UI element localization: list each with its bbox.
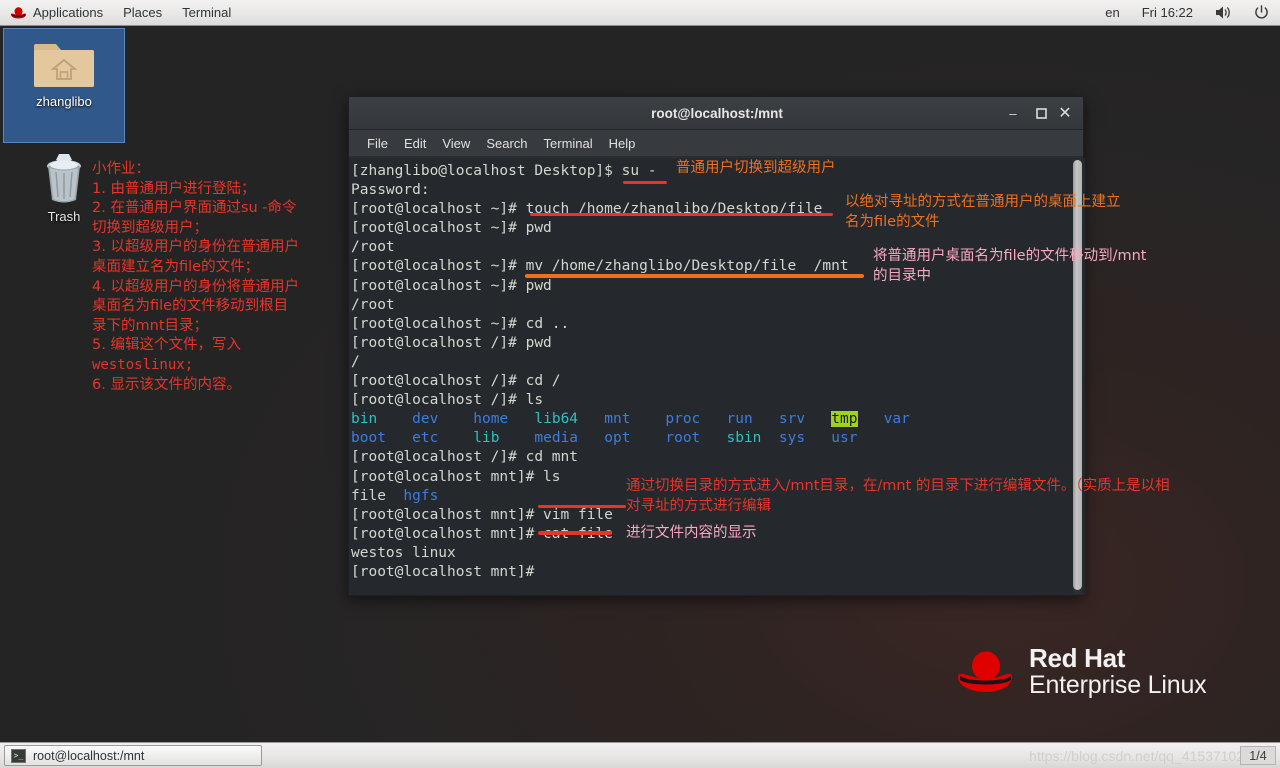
terminal-menubar: File Edit View Search Terminal Help bbox=[349, 130, 1083, 157]
note-line: 3. 以超级用户的身份在普通用户 bbox=[92, 239, 299, 256]
note-line: 桌面名为file的文件移动到根目 bbox=[92, 298, 289, 315]
note-line: 4. 以超级用户的身份将普通用户 bbox=[92, 278, 299, 295]
close-button[interactable]: ✕ bbox=[1055, 97, 1083, 130]
volume-icon[interactable] bbox=[1204, 0, 1243, 26]
underline-mv bbox=[525, 274, 864, 278]
desktop-note: 小作业： 1. 由普通用户进行登陆； 2. 在普通用户界面通过su -命令 切换… bbox=[92, 160, 357, 395]
note-line: 6. 显示该文件的内容。 bbox=[92, 376, 241, 393]
annotation-vim: 通过切换目录的方式进入/mnt目录，在/mnt 的目录下进行编辑文件。（实质上是… bbox=[626, 478, 1170, 514]
clock[interactable]: Fri 16:22 bbox=[1131, 0, 1204, 26]
note-line: 2. 在普通用户界面通过su -命令 bbox=[92, 200, 297, 217]
taskbar-window-button[interactable]: >_ root@localhost:/mnt bbox=[4, 745, 262, 766]
menu-edit[interactable]: Edit bbox=[396, 130, 434, 157]
clock-label: Fri 16:22 bbox=[1141, 4, 1193, 20]
underline-touch bbox=[530, 213, 833, 216]
menu-help[interactable]: Help bbox=[601, 130, 644, 157]
note-line: westoslinux; bbox=[92, 356, 194, 373]
terminal-title: root@localhost:/mnt bbox=[651, 105, 783, 121]
note-line: 1. 由普通用户进行登陆； bbox=[92, 180, 256, 197]
note-line: 切换到超级用户； bbox=[92, 219, 208, 236]
menu-search[interactable]: Search bbox=[478, 130, 535, 157]
maximize-icon bbox=[1035, 107, 1047, 119]
annotation-touch: 以绝对寻址的方式在普通用户的桌面上建立 名为file的文件 bbox=[845, 194, 1121, 230]
maximize-button[interactable] bbox=[1027, 97, 1055, 130]
rhel-wordmark-line1: Red Hat bbox=[1029, 643, 1126, 673]
annotation-mv: 将普通用户桌面名为file的文件移动到/mnt 的目录中 bbox=[873, 248, 1147, 284]
page-indicator: 1/4 bbox=[1240, 746, 1276, 765]
power-icon bbox=[1255, 5, 1268, 19]
terminal-output: [zhanglibo@localhost Desktop]$ su - Pass… bbox=[351, 163, 910, 580]
terminal-titlebar[interactable]: root@localhost:/mnt – ✕ bbox=[349, 97, 1083, 130]
applications-label: Applications bbox=[33, 4, 104, 20]
menu-file[interactable]: File bbox=[359, 130, 396, 157]
folder-icon bbox=[34, 44, 94, 87]
menu-terminal[interactable]: Terminal bbox=[536, 130, 601, 157]
note-line: 录下的mnt目录； bbox=[92, 317, 208, 334]
rhel-brand-logo: Red Hat Enterprise Linux bbox=[955, 643, 1207, 700]
applications-menu[interactable]: Applications bbox=[0, 0, 113, 26]
redhat-fedora-icon bbox=[11, 7, 26, 19]
rhel-wordmark-line2: Enterprise Linux bbox=[1029, 671, 1207, 700]
home-folder-label: zhanglibo bbox=[36, 94, 92, 109]
note-line: 桌面建立名为file的文件； bbox=[92, 258, 260, 275]
menu-view[interactable]: View bbox=[434, 130, 478, 157]
taskbar-window-label: root@localhost:/mnt bbox=[33, 748, 145, 763]
places-menu[interactable]: Places bbox=[113, 0, 172, 26]
underline-su bbox=[623, 181, 667, 184]
underline-cat bbox=[538, 531, 612, 535]
note-title: 小作业： bbox=[92, 161, 150, 177]
annotation-su: 普通用户切换到超级用户 bbox=[676, 160, 836, 176]
minimize-button[interactable]: – bbox=[999, 97, 1027, 130]
input-language-indicator[interactable]: en bbox=[1094, 0, 1130, 26]
places-label: Places bbox=[123, 4, 163, 20]
terminal-icon: >_ bbox=[11, 748, 26, 763]
desktop-icon-home-folder[interactable]: zhanglibo bbox=[3, 28, 125, 143]
top-panel: Applications Places Terminal en Fri 16:2… bbox=[0, 0, 1280, 26]
panel-status-area: en Fri 16:22 bbox=[1094, 0, 1280, 26]
bottom-taskbar: >_ root@localhost:/mnt https://blog.csdn… bbox=[0, 742, 1280, 768]
rhel-wordmark: Red Hat Enterprise Linux bbox=[1029, 643, 1207, 700]
power-menu[interactable] bbox=[1243, 0, 1280, 26]
speaker-icon bbox=[1216, 6, 1230, 19]
trash-label: Trash bbox=[47, 209, 81, 224]
watermark-text: https://blog.csdn.net/qq_41537102 bbox=[1029, 747, 1244, 764]
terminal-label: Terminal bbox=[182, 4, 232, 20]
trash-icon bbox=[47, 154, 81, 203]
underline-vim bbox=[538, 505, 626, 508]
annotation-cat: 进行文件内容的显示 bbox=[626, 525, 757, 541]
terminal-menu[interactable]: Terminal bbox=[172, 0, 241, 26]
note-line: 5. 编辑这个文件，写入 bbox=[92, 337, 241, 354]
input-language-label: en bbox=[1105, 4, 1120, 20]
redhat-fedora-logo-icon bbox=[958, 651, 1012, 692]
